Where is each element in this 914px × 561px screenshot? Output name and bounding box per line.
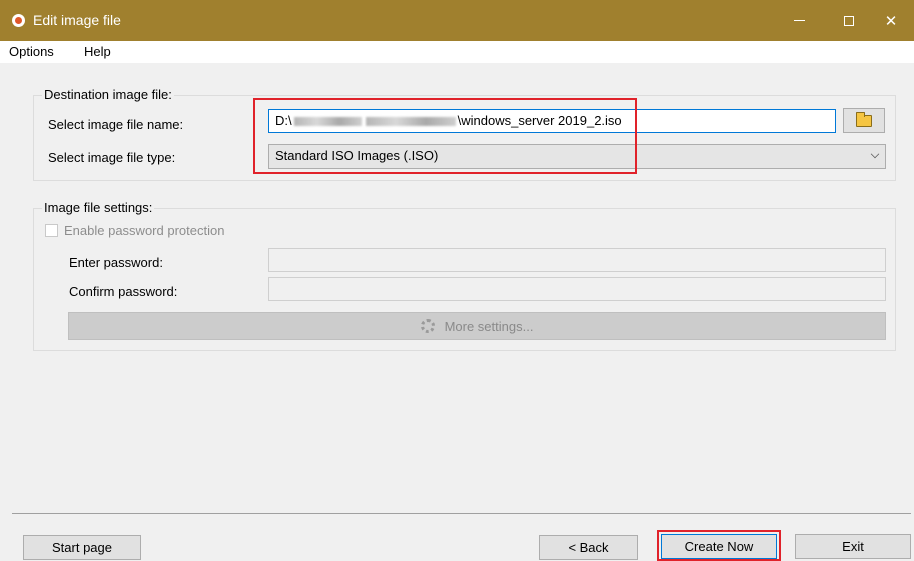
menu-options[interactable]: Options [9, 44, 54, 59]
image-type-label: Select image file type: [48, 150, 176, 165]
start-page-button[interactable]: Start page [23, 535, 141, 560]
browse-folder-button[interactable] [843, 108, 885, 133]
close-icon: ✕ [884, 12, 898, 30]
password-protection-checkbox[interactable] [45, 224, 58, 237]
confirm-password-input[interactable] [268, 277, 886, 301]
minimize-icon [793, 20, 805, 21]
title-bar[interactable]: Edit image file ✕ [0, 0, 914, 41]
maximize-button[interactable] [826, 0, 872, 41]
maximize-icon [844, 15, 854, 26]
menu-help[interactable]: Help [84, 44, 111, 59]
redacted-segment [293, 117, 362, 127]
image-type-select[interactable]: Standard ISO Images (.ISO) [268, 144, 886, 169]
confirm-password-label: Confirm password: [69, 284, 178, 299]
settings-legend: Image file settings: [42, 200, 155, 215]
image-name-input[interactable]: D:\ \windows_server 2019_2.iso [268, 109, 836, 133]
gear-icon [420, 319, 435, 333]
path-suffix: \windows_server 2019_2.iso [457, 113, 622, 128]
enter-password-input[interactable] [268, 248, 886, 272]
app-icon [12, 14, 25, 27]
minimize-button[interactable] [776, 0, 822, 41]
path-prefix: D:\ [275, 113, 292, 128]
enter-password-label: Enter password: [69, 255, 163, 270]
password-protection-label: Enable password protection [64, 223, 225, 238]
image-type-value: Standard ISO Images (.ISO) [275, 148, 439, 163]
back-button[interactable]: < Back [539, 535, 638, 560]
more-settings-label: More settings... [444, 318, 534, 334]
redacted-segment [365, 117, 456, 127]
menu-bar: Options Help [0, 41, 914, 63]
folder-icon [856, 111, 872, 127]
image-name-label: Select image file name: [48, 117, 184, 132]
exit-button[interactable]: Exit [795, 534, 911, 559]
create-now-button[interactable]: Create Now [661, 534, 777, 559]
window-title: Edit image file [33, 12, 121, 28]
footer-separator [12, 513, 911, 514]
more-settings-button[interactable]: More settings... [68, 312, 886, 340]
destination-legend: Destination image file: [42, 87, 174, 102]
close-button[interactable]: ✕ [868, 0, 914, 41]
chevron-down-icon [870, 149, 880, 159]
